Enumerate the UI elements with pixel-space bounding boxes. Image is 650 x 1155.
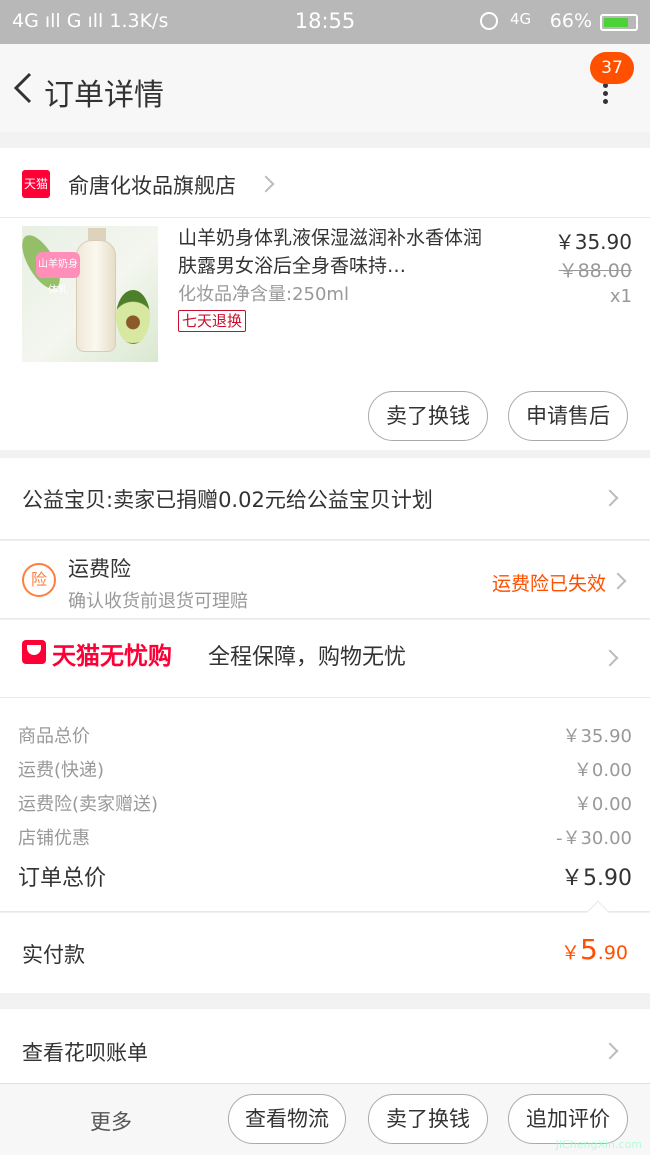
product-row[interactable]: 山羊奶身体乳 山羊奶身体乳液保湿滋润补水香体润肤露男女浴后全身香味持… 化妆品净… (0, 218, 650, 378)
product-quantity: x1 (609, 286, 632, 307)
guarantee-text: 全程保障，购物无忧 (208, 645, 407, 670)
charity-row[interactable]: 公益宝贝:卖家已捐赠0.02元给公益宝贝计划 (0, 458, 650, 540)
huabei-row[interactable]: 查看花呗账单 (0, 1009, 650, 1083)
summary-label: 商品总价 (18, 726, 90, 747)
guarantee-brand: 天猫无忧购 (52, 642, 172, 670)
charity-text: 公益宝贝:卖家已捐赠0.02元给公益宝贝计划 (22, 488, 433, 512)
paid-amount: ￥5.90 (560, 933, 628, 966)
huabei-text: 查看花呗账单 (22, 1041, 148, 1065)
return-policy-tag: 七天退换 (178, 310, 247, 332)
order-total-row: 订单总价 ￥5.90 (18, 860, 632, 892)
battery-icon (600, 14, 638, 31)
product-price: ￥35.90 (554, 230, 632, 254)
summary-label: 店铺优惠 (18, 828, 90, 849)
original-price: ￥88.00 (558, 260, 632, 282)
product-image[interactable]: 山羊奶身体乳 (22, 226, 158, 362)
order-total-value: ￥5.90 (561, 866, 632, 891)
order-total-label: 订单总价 (18, 866, 107, 891)
summary-row: 店铺优惠 -￥30.00 (18, 824, 632, 850)
tmall-logo: 天猫 (22, 170, 50, 198)
chevron-right-icon (257, 175, 275, 193)
chevron-right-icon (609, 572, 627, 590)
insurance-status: 运费险已失效 (491, 573, 606, 595)
paid-label: 实付款 (22, 943, 85, 967)
view-logistics-button[interactable]: 查看物流 (228, 1094, 346, 1144)
summary-row: 运费(快递) ￥0.00 (18, 756, 632, 782)
add-review-button[interactable]: 追加评价 (508, 1094, 628, 1144)
paid-amount-row: 实付款 ￥5.90 (0, 900, 650, 993)
back-arrow-icon[interactable] (10, 70, 40, 106)
network-type: 4G (510, 10, 532, 28)
more-menu-icon[interactable] (600, 80, 610, 110)
summary-row: 运费险(卖家赠送) ￥0.00 (18, 790, 632, 816)
bottom-action-bar: 更多 查看物流 卖了换钱 追加评价 JiChengXin.com (0, 1083, 650, 1155)
chevron-right-icon (601, 489, 619, 507)
tmall-cat-icon (22, 640, 46, 664)
nav-bar: 订单详情 37 (0, 44, 650, 132)
insurance-subtitle: 确认收货前退货可理赔 (68, 591, 248, 612)
alarm-icon (480, 12, 498, 30)
message-badge: 37 (590, 52, 634, 84)
sell-button[interactable]: 卖了换钱 (368, 391, 488, 441)
summary-label: 运费(快递) (18, 760, 105, 781)
shipping-insurance-row[interactable]: 险 运费险 确认收货前退货可理赔 运费险已失效 (0, 541, 650, 619)
chevron-right-icon (601, 1042, 619, 1060)
tmall-guarantee-row[interactable]: 天猫无忧购 全程保障，购物无忧 (0, 620, 650, 698)
more-button[interactable]: 更多 (90, 1106, 132, 1136)
insurance-icon: 险 (22, 563, 56, 597)
battery-percent: 66% (549, 10, 592, 32)
product-title: 山羊奶身体乳液保湿滋润补水香体润肤露男女浴后全身香味持… (178, 227, 483, 277)
price-summary: 商品总价 ￥35.90 运费(快递) ￥0.00 运费险(卖家赠送) ￥0.00… (0, 698, 650, 912)
summary-value: ￥0.00 (573, 794, 632, 815)
summary-label: 运费险(卖家赠送) (18, 794, 159, 815)
summary-value: ￥35.90 (562, 726, 632, 747)
page-title: 订单详情 (44, 78, 164, 113)
summary-row: 商品总价 ￥35.90 (18, 722, 632, 748)
summary-value: -￥30.00 (555, 828, 632, 849)
insurance-title: 运费险 (68, 557, 131, 581)
order-item-card: 天猫 俞唐化妆品旗舰店 山羊奶身体乳 山羊奶身体乳液保湿滋润补水香体润肤露男女浴… (0, 148, 650, 450)
shop-name: 俞唐化妆品旗舰店 (68, 174, 236, 198)
summary-value: ￥0.00 (573, 760, 632, 781)
sell-button-bottom[interactable]: 卖了换钱 (368, 1094, 488, 1144)
shop-row[interactable]: 天猫 俞唐化妆品旗舰店 (0, 148, 650, 218)
after-sale-button[interactable]: 申请售后 (508, 391, 628, 441)
watermark: JiChengXin.com (555, 1138, 642, 1151)
status-bar: 4G ıll G ıll 1.3K/s 18:55 4G 66% (0, 0, 650, 44)
product-spec: 化妆品净含量:250ml (178, 284, 349, 305)
chevron-right-icon (601, 649, 619, 667)
